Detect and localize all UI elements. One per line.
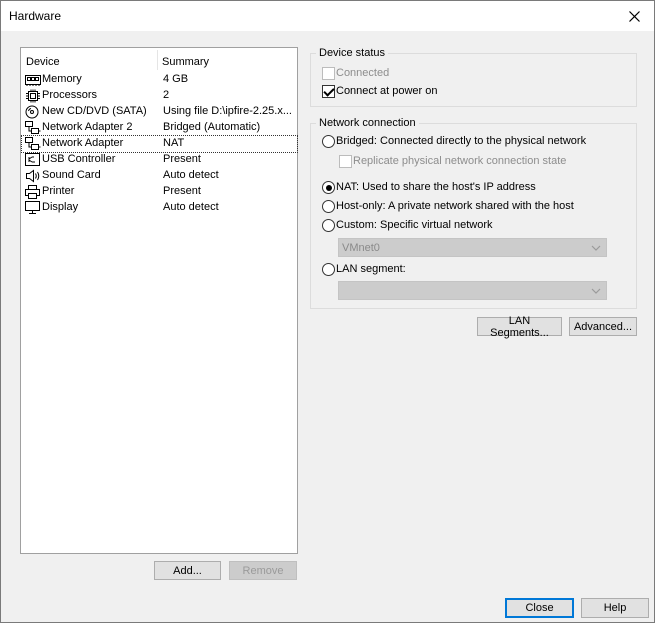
device-summary: 2 (163, 89, 170, 101)
advanced-button[interactable]: Advanced... (569, 317, 637, 336)
vmnet-value: VMnet0 (342, 242, 380, 254)
device-row-network-adapter[interactable]: Network Adapter NAT (21, 135, 298, 153)
replicate-state-checkbox[interactable] (339, 155, 352, 168)
network-connection-group: Network connection Bridged: Connected di… (310, 117, 637, 309)
host-only-radio[interactable] (322, 200, 335, 213)
speaker-icon (26, 169, 40, 183)
device-summary: Auto detect (163, 201, 219, 213)
connect-at-power-on-label: Connect at power on (336, 85, 438, 97)
vmnet-select[interactable]: VMnet0 (338, 238, 607, 257)
nat-label: NAT: Used to share the host's IP address (336, 181, 536, 193)
replicate-state-label: Replicate physical network connection st… (353, 155, 567, 167)
cd-dvd-icon (25, 105, 39, 119)
memory-icon (25, 75, 41, 86)
device-status-title: Device status (316, 47, 389, 59)
remove-button[interactable]: Remove (229, 561, 297, 580)
lan-segments-button[interactable]: LAN Segments... (477, 315, 562, 339)
device-summary: Using file D:\ipfire-2.25.x... (163, 105, 292, 117)
device-summary: Present (163, 153, 201, 165)
device-name: USB Controller (42, 153, 116, 165)
connect-at-power-on-checkbox[interactable] (322, 85, 335, 98)
network-adapter-icon (25, 137, 41, 150)
network-connection-title: Network connection (316, 117, 419, 129)
chevron-down-icon (591, 288, 601, 294)
device-row-usb-controller[interactable]: USB Controller Present (22, 152, 297, 168)
hardware-dialog: Hardware Device Summary Memory 4 GB Proc… (0, 0, 655, 623)
device-name: Processors (42, 89, 98, 101)
help-button[interactable]: Help (581, 598, 649, 618)
device-list[interactable]: Device Summary Memory 4 GB Processors 2 (20, 47, 298, 554)
device-name: Memory (42, 73, 82, 85)
close-icon (628, 10, 640, 22)
device-name: Display (42, 201, 79, 213)
processor-icon (26, 89, 40, 103)
device-row-sound-card[interactable]: Sound Card Auto detect (22, 168, 297, 184)
device-name: Sound Card (42, 169, 101, 181)
device-name: Network Adapter 2 (42, 121, 133, 133)
title-bar: Hardware (1, 1, 654, 31)
custom-radio[interactable] (322, 219, 335, 232)
custom-label: Custom: Specific virtual network (336, 219, 493, 231)
column-header-summary[interactable]: Summary (162, 56, 209, 68)
host-only-label: Host-only: A private network shared with… (336, 200, 574, 212)
close-window-button[interactable] (614, 1, 654, 31)
device-row-processors[interactable]: Processors 2 (22, 88, 297, 104)
device-row-display[interactable]: Display Auto detect (22, 200, 297, 216)
device-row-printer[interactable]: Printer Present (22, 184, 297, 200)
device-summary: NAT (163, 137, 185, 149)
lan-segment-radio[interactable] (322, 263, 335, 276)
nat-radio[interactable] (322, 181, 335, 194)
column-header-device[interactable]: Device (26, 56, 60, 68)
device-name: Network Adapter (42, 137, 124, 149)
column-separator[interactable] (157, 50, 158, 70)
device-summary: Bridged (Automatic) (163, 121, 261, 133)
lan-segment-label: LAN segment: (336, 263, 406, 275)
bridged-radio[interactable] (322, 135, 335, 148)
device-name: New CD/DVD (SATA) (42, 105, 147, 117)
usb-icon (25, 153, 40, 166)
connected-checkbox[interactable] (322, 67, 335, 80)
device-summary: Auto detect (163, 169, 219, 181)
bridged-label: Bridged: Connected directly to the physi… (336, 135, 587, 147)
connected-label: Connected (336, 67, 390, 79)
lan-segment-select[interactable] (338, 281, 607, 300)
device-summary: 4 GB (163, 73, 189, 85)
list-header: Device Summary (21, 48, 297, 74)
network-adapter-icon (25, 121, 41, 134)
device-status-group: Device status Connected Connect at power… (310, 47, 637, 107)
window-title: Hardware (9, 9, 62, 23)
device-row-cd-dvd[interactable]: New CD/DVD (SATA) Using file D:\ipfire-2… (22, 104, 297, 120)
add-button[interactable]: Add... (154, 561, 221, 580)
device-row-memory[interactable]: Memory 4 GB (22, 72, 297, 88)
device-name: Printer (42, 185, 75, 197)
printer-icon (25, 185, 40, 199)
monitor-icon (25, 201, 40, 214)
device-row-network-adapter-2[interactable]: Network Adapter 2 Bridged (Automatic) (22, 120, 297, 136)
device-summary: Present (163, 185, 201, 197)
close-button[interactable]: Close (505, 598, 574, 618)
chevron-down-icon (591, 245, 601, 251)
